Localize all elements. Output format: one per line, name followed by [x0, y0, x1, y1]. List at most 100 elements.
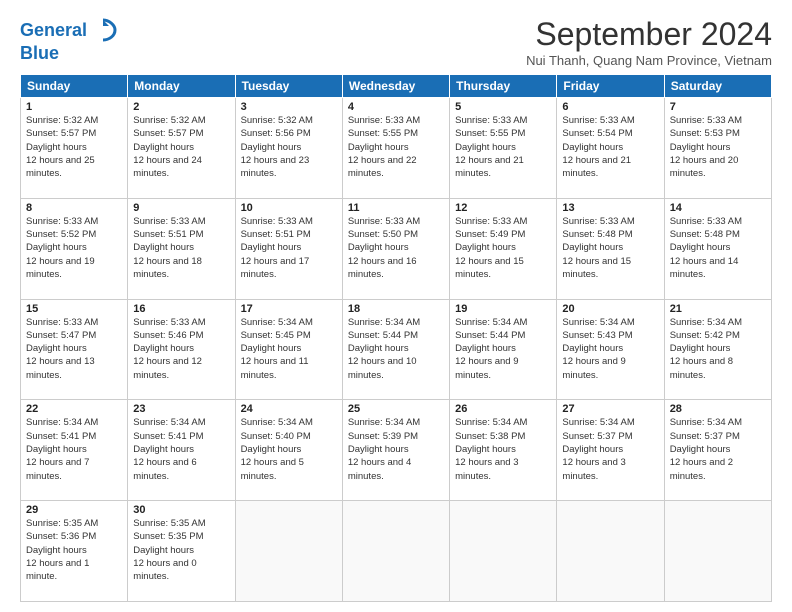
table-row: 26 Sunrise: 5:34 AM Sunset: 5:38 PM Dayl… [450, 400, 557, 501]
day-number: 24 [241, 403, 337, 415]
title-block: September 2024 Nui Thanh, Quang Nam Prov… [526, 16, 772, 68]
day-number: 2 [133, 101, 229, 113]
day-number: 4 [348, 101, 444, 113]
day-info: Sunrise: 5:34 AM Sunset: 5:41 PM Dayligh… [26, 416, 122, 482]
table-row: 19 Sunrise: 5:34 AM Sunset: 5:44 PM Dayl… [450, 299, 557, 400]
table-row [450, 501, 557, 602]
day-number: 9 [133, 202, 229, 214]
col-header-friday: Friday [557, 75, 664, 98]
day-number: 16 [133, 303, 229, 315]
day-number: 19 [455, 303, 551, 315]
col-header-tuesday: Tuesday [235, 75, 342, 98]
day-number: 10 [241, 202, 337, 214]
day-info: Sunrise: 5:33 AM Sunset: 5:49 PM Dayligh… [455, 215, 551, 281]
day-info: Sunrise: 5:32 AM Sunset: 5:56 PM Dayligh… [241, 114, 337, 180]
day-info: Sunrise: 5:33 AM Sunset: 5:55 PM Dayligh… [455, 114, 551, 180]
table-row: 15 Sunrise: 5:33 AM Sunset: 5:47 PM Dayl… [21, 299, 128, 400]
page: General Blue September 2024 Nui Thanh, Q… [0, 0, 792, 612]
day-number: 21 [670, 303, 766, 315]
table-row: 16 Sunrise: 5:33 AM Sunset: 5:46 PM Dayl… [128, 299, 235, 400]
day-number: 12 [455, 202, 551, 214]
day-info: Sunrise: 5:34 AM Sunset: 5:45 PM Dayligh… [241, 316, 337, 382]
table-row [342, 501, 449, 602]
day-number: 11 [348, 202, 444, 214]
day-number: 7 [670, 101, 766, 113]
day-number: 27 [562, 403, 658, 415]
day-number: 30 [133, 504, 229, 516]
day-info: Sunrise: 5:33 AM Sunset: 5:51 PM Dayligh… [133, 215, 229, 281]
day-number: 22 [26, 403, 122, 415]
logo-text: General [20, 21, 87, 39]
table-row: 25 Sunrise: 5:34 AM Sunset: 5:39 PM Dayl… [342, 400, 449, 501]
day-info: Sunrise: 5:34 AM Sunset: 5:44 PM Dayligh… [455, 316, 551, 382]
table-row: 11 Sunrise: 5:33 AM Sunset: 5:50 PM Dayl… [342, 198, 449, 299]
day-info: Sunrise: 5:33 AM Sunset: 5:48 PM Dayligh… [670, 215, 766, 281]
day-info: Sunrise: 5:34 AM Sunset: 5:38 PM Dayligh… [455, 416, 551, 482]
table-row: 12 Sunrise: 5:33 AM Sunset: 5:49 PM Dayl… [450, 198, 557, 299]
location: Nui Thanh, Quang Nam Province, Vietnam [526, 53, 772, 68]
table-row: 27 Sunrise: 5:34 AM Sunset: 5:37 PM Dayl… [557, 400, 664, 501]
day-info: Sunrise: 5:33 AM Sunset: 5:46 PM Dayligh… [133, 316, 229, 382]
day-number: 13 [562, 202, 658, 214]
day-info: Sunrise: 5:32 AM Sunset: 5:57 PM Dayligh… [133, 114, 229, 180]
col-header-thursday: Thursday [450, 75, 557, 98]
col-header-sunday: Sunday [21, 75, 128, 98]
calendar-table: SundayMondayTuesdayWednesdayThursdayFrid… [20, 74, 772, 602]
day-number: 6 [562, 101, 658, 113]
day-info: Sunrise: 5:33 AM Sunset: 5:55 PM Dayligh… [348, 114, 444, 180]
day-number: 25 [348, 403, 444, 415]
table-row: 23 Sunrise: 5:34 AM Sunset: 5:41 PM Dayl… [128, 400, 235, 501]
day-info: Sunrise: 5:34 AM Sunset: 5:37 PM Dayligh… [670, 416, 766, 482]
day-number: 28 [670, 403, 766, 415]
table-row [557, 501, 664, 602]
day-number: 14 [670, 202, 766, 214]
day-info: Sunrise: 5:33 AM Sunset: 5:47 PM Dayligh… [26, 316, 122, 382]
day-info: Sunrise: 5:35 AM Sunset: 5:35 PM Dayligh… [133, 517, 229, 583]
day-info: Sunrise: 5:33 AM Sunset: 5:51 PM Dayligh… [241, 215, 337, 281]
table-row [664, 501, 771, 602]
table-row: 10 Sunrise: 5:33 AM Sunset: 5:51 PM Dayl… [235, 198, 342, 299]
month-title: September 2024 [526, 16, 772, 53]
day-info: Sunrise: 5:33 AM Sunset: 5:48 PM Dayligh… [562, 215, 658, 281]
day-info: Sunrise: 5:34 AM Sunset: 5:42 PM Dayligh… [670, 316, 766, 382]
day-info: Sunrise: 5:34 AM Sunset: 5:39 PM Dayligh… [348, 416, 444, 482]
table-row: 5 Sunrise: 5:33 AM Sunset: 5:55 PM Dayli… [450, 98, 557, 199]
table-row: 8 Sunrise: 5:33 AM Sunset: 5:52 PM Dayli… [21, 198, 128, 299]
day-number: 17 [241, 303, 337, 315]
logo: General Blue [20, 16, 117, 62]
logo-icon [89, 16, 117, 44]
day-info: Sunrise: 5:35 AM Sunset: 5:36 PM Dayligh… [26, 517, 122, 583]
day-number: 5 [455, 101, 551, 113]
day-info: Sunrise: 5:32 AM Sunset: 5:57 PM Dayligh… [26, 114, 122, 180]
table-row: 7 Sunrise: 5:33 AM Sunset: 5:53 PM Dayli… [664, 98, 771, 199]
col-header-wednesday: Wednesday [342, 75, 449, 98]
table-row: 24 Sunrise: 5:34 AM Sunset: 5:40 PM Dayl… [235, 400, 342, 501]
day-info: Sunrise: 5:33 AM Sunset: 5:54 PM Dayligh… [562, 114, 658, 180]
table-row: 1 Sunrise: 5:32 AM Sunset: 5:57 PM Dayli… [21, 98, 128, 199]
day-number: 18 [348, 303, 444, 315]
day-info: Sunrise: 5:34 AM Sunset: 5:40 PM Dayligh… [241, 416, 337, 482]
day-info: Sunrise: 5:33 AM Sunset: 5:52 PM Dayligh… [26, 215, 122, 281]
day-info: Sunrise: 5:33 AM Sunset: 5:50 PM Dayligh… [348, 215, 444, 281]
day-number: 8 [26, 202, 122, 214]
day-number: 1 [26, 101, 122, 113]
day-info: Sunrise: 5:34 AM Sunset: 5:44 PM Dayligh… [348, 316, 444, 382]
table-row: 21 Sunrise: 5:34 AM Sunset: 5:42 PM Dayl… [664, 299, 771, 400]
table-row: 9 Sunrise: 5:33 AM Sunset: 5:51 PM Dayli… [128, 198, 235, 299]
table-row: 13 Sunrise: 5:33 AM Sunset: 5:48 PM Dayl… [557, 198, 664, 299]
table-row: 6 Sunrise: 5:33 AM Sunset: 5:54 PM Dayli… [557, 98, 664, 199]
table-row: 3 Sunrise: 5:32 AM Sunset: 5:56 PM Dayli… [235, 98, 342, 199]
day-number: 23 [133, 403, 229, 415]
day-number: 20 [562, 303, 658, 315]
col-header-saturday: Saturday [664, 75, 771, 98]
day-number: 26 [455, 403, 551, 415]
table-row: 29 Sunrise: 5:35 AM Sunset: 5:36 PM Dayl… [21, 501, 128, 602]
table-row: 20 Sunrise: 5:34 AM Sunset: 5:43 PM Dayl… [557, 299, 664, 400]
day-info: Sunrise: 5:34 AM Sunset: 5:37 PM Dayligh… [562, 416, 658, 482]
col-header-monday: Monday [128, 75, 235, 98]
day-number: 29 [26, 504, 122, 516]
table-row: 14 Sunrise: 5:33 AM Sunset: 5:48 PM Dayl… [664, 198, 771, 299]
table-row: 17 Sunrise: 5:34 AM Sunset: 5:45 PM Dayl… [235, 299, 342, 400]
table-row: 4 Sunrise: 5:33 AM Sunset: 5:55 PM Dayli… [342, 98, 449, 199]
table-row [235, 501, 342, 602]
